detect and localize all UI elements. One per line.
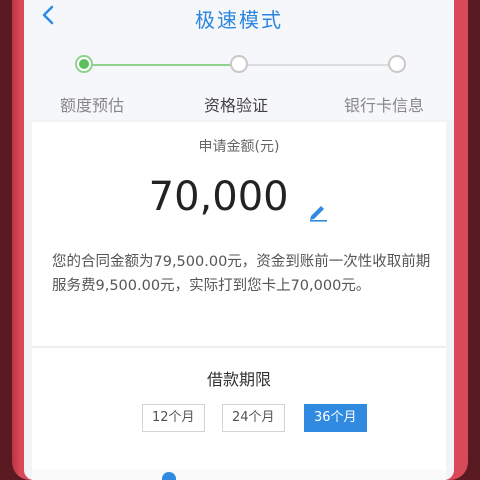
edit-amount-button[interactable]	[307, 186, 329, 222]
pencil-icon	[310, 206, 328, 222]
step-label-1: 额度预估	[60, 96, 125, 115]
amount-card: 申请金额(元) 70,000 您的合同金额为79,500.00元，资金到账前一次…	[32, 122, 446, 346]
step-dot-2	[230, 55, 248, 73]
term-option-24[interactable]: 24个月	[222, 404, 285, 432]
step-line-pending	[239, 64, 399, 66]
top-bar: 极速模式	[24, 0, 454, 40]
term-option-36[interactable]: 36个月	[304, 404, 367, 432]
amount-caption: 申请金额(元)	[198, 139, 280, 155]
step-dot-3	[388, 55, 406, 73]
step-line-done	[84, 64, 234, 66]
loan-term-title: 借款期限	[206, 370, 271, 389]
amount-row: 70,000	[32, 172, 446, 232]
bottom-partial-row	[32, 470, 446, 480]
partial-indicator	[162, 472, 176, 480]
app-screen: 极速模式 额度预估 资格验证 银行卡信息 申请金额(元) 70,000 您的合同…	[24, 0, 454, 480]
fee-note: 您的合同金额为79,500.00元，资金到账前一次性收取前期服务费9,500.0…	[52, 254, 431, 294]
term-option-12[interactable]: 12个月	[142, 404, 205, 432]
step-dot-1	[75, 55, 93, 73]
amount-value: 70,000	[148, 174, 289, 220]
loan-term-card: 借款期限 12个月 24个月 36个月	[32, 348, 446, 480]
progress-steps: 额度预估 资格验证 银行卡信息	[24, 40, 454, 120]
page-title: 极速模式	[195, 8, 283, 32]
step-label-2: 资格验证	[204, 96, 269, 115]
step-label-3: 银行卡信息	[344, 96, 425, 115]
